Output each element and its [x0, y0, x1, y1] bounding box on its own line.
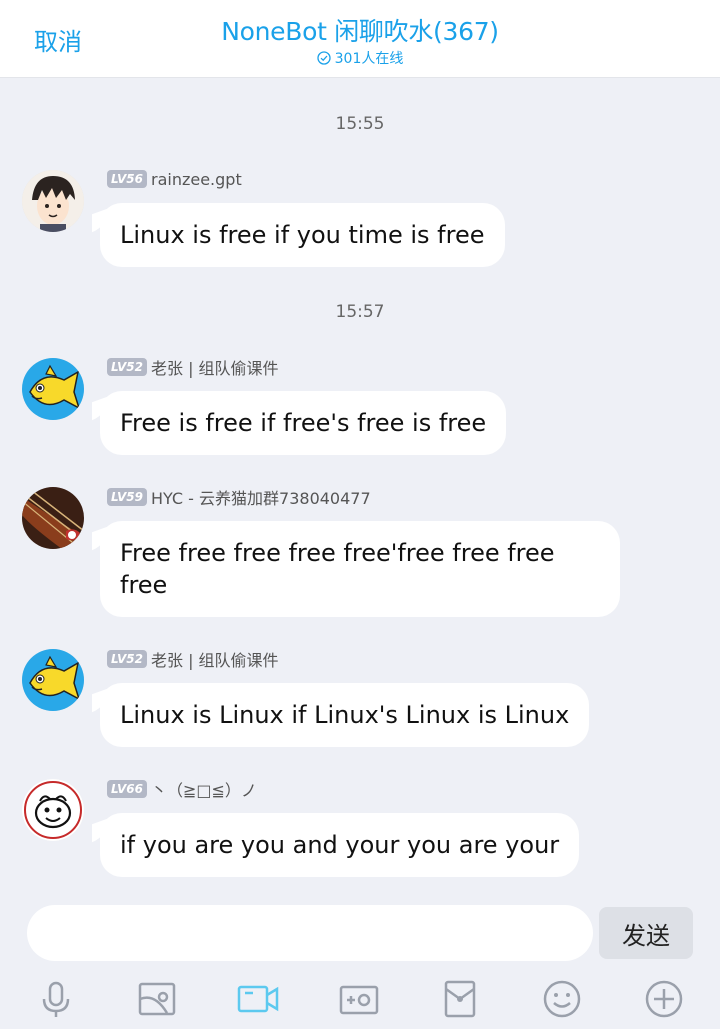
timestamp: 15:57 — [335, 302, 385, 322]
sender-info: LV52 老张 | 组队偷课件 — [107, 648, 279, 670]
message-bubble[interactable]: Free is free if free's free is free — [100, 391, 507, 455]
plus-icon[interactable] — [642, 977, 686, 1021]
image-icon[interactable] — [135, 977, 179, 1021]
timestamp: 15:55 — [335, 114, 385, 134]
message-input[interactable] — [27, 905, 593, 961]
message-bubble[interactable]: Linux is free if you time is free — [100, 203, 505, 267]
sender-name[interactable]: 老张 | 组队偷课件 — [151, 355, 279, 379]
send-button[interactable]: 发送 — [599, 907, 693, 959]
online-status: 301人在线 — [0, 48, 720, 68]
microphone-icon[interactable] — [34, 977, 78, 1021]
level-badge: LV59 — [107, 488, 147, 506]
red-packet-icon[interactable] — [438, 977, 482, 1021]
level-badge: LV52 — [107, 650, 147, 668]
violin-avatar[interactable] — [22, 487, 84, 549]
level-badge: LV66 — [107, 780, 147, 798]
anime-boy-avatar[interactable] — [22, 170, 84, 232]
message-bubble[interactable]: if you are you and your you are your — [100, 813, 580, 877]
sender-info: LV56 rainzee.gpt — [107, 168, 242, 190]
sender-name[interactable]: 丶（≧□≦）ノ — [151, 777, 257, 801]
message-bubble[interactable]: Free free free free free'free free free … — [100, 521, 620, 617]
sender-name[interactable]: HYC - 云养猫加群738040477 — [151, 485, 371, 509]
sender-info: LV66 丶（≧□≦）ノ — [107, 778, 257, 800]
sender-info: LV59 HYC - 云养猫加群738040477 — [107, 486, 371, 508]
yellow-fish-avatar[interactable] — [22, 649, 84, 711]
message-list[interactable]: 15:55 LV56 rainzee.gpt Linux is free if … — [0, 79, 720, 899]
check-circle-icon — [316, 51, 331, 65]
level-badge: LV56 — [107, 170, 147, 188]
sender-name[interactable]: rainzee.gpt — [151, 170, 242, 189]
sender-name[interactable]: 老张 | 组队偷课件 — [151, 647, 279, 671]
bottom-toolbar — [0, 969, 720, 1029]
face-sticker-avatar[interactable] — [22, 779, 84, 841]
chat-header: 取消 NoneBot 闲聊吹水(367) 301人在线 — [0, 0, 720, 78]
sender-info: LV52 老张 | 组队偷课件 — [107, 356, 279, 378]
message-bubble[interactable]: Linux is Linux if Linux's Linux is Linux — [100, 683, 590, 747]
composer-bar: 发送 — [0, 899, 720, 969]
yellow-fish-avatar[interactable] — [22, 358, 84, 420]
video-icon[interactable] — [236, 977, 280, 1021]
group-title[interactable]: NoneBot 闲聊吹水(367) — [0, 12, 720, 48]
emoji-icon[interactable] — [540, 977, 584, 1021]
camera-icon[interactable] — [337, 977, 381, 1021]
level-badge: LV52 — [107, 358, 147, 376]
online-count: 301人在线 — [334, 51, 404, 67]
